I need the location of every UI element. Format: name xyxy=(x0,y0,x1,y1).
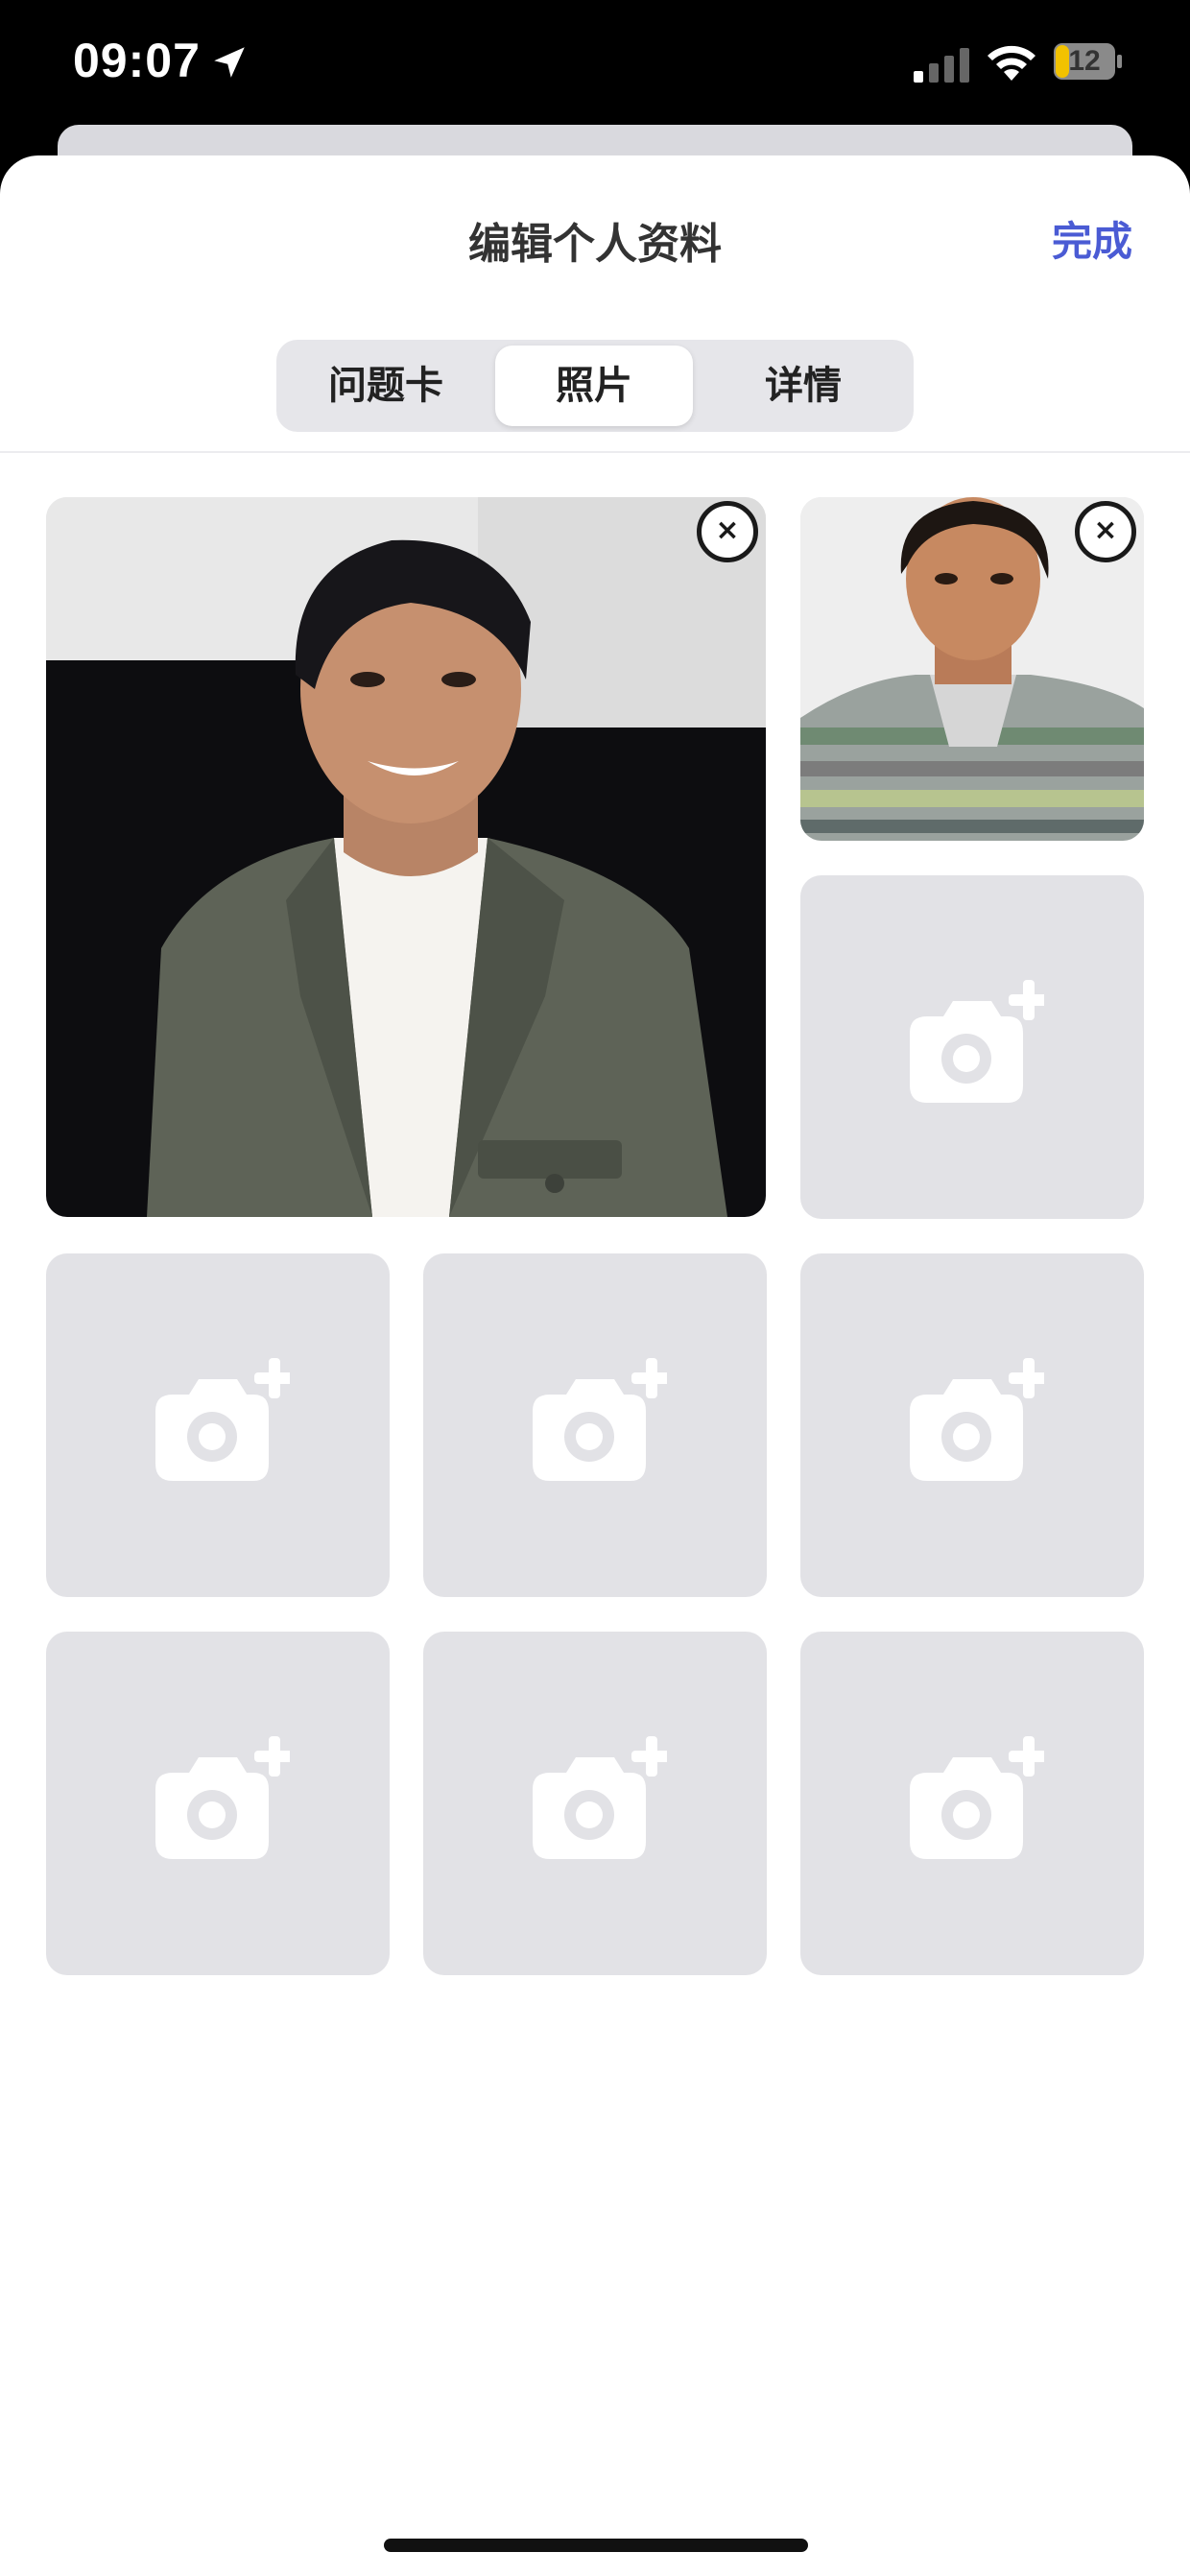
done-button[interactable]: 完成 xyxy=(1052,209,1132,268)
tab-photos[interactable]: 照片 xyxy=(495,346,693,426)
camera-plus-icon xyxy=(910,1358,1044,1481)
header-divider xyxy=(0,451,1190,453)
location-arrow-icon xyxy=(214,47,245,78)
add-photo-slot[interactable] xyxy=(46,1253,390,1597)
tab-details[interactable]: 详情 xyxy=(701,346,906,426)
tab-question-cards[interactable]: 问题卡 xyxy=(284,346,488,426)
add-photo-slot[interactable] xyxy=(800,1253,1144,1597)
add-photo-slot[interactable] xyxy=(423,1632,767,1975)
remove-photo-button-2[interactable]: × xyxy=(1075,501,1136,562)
camera-plus-icon xyxy=(155,1358,290,1481)
camera-plus-icon xyxy=(910,980,1044,1103)
add-photo-slot[interactable] xyxy=(46,1632,390,1975)
remove-photo-button-1[interactable]: × xyxy=(697,501,758,562)
battery-level: 12 xyxy=(1068,45,1101,77)
home-indicator xyxy=(384,2539,808,2552)
segmented-control: 问题卡 照片 详情 xyxy=(276,340,914,432)
camera-plus-icon xyxy=(533,1358,667,1481)
main-photo-image xyxy=(46,497,766,1217)
status-bar: 09:07 12 xyxy=(0,0,1190,125)
camera-plus-icon xyxy=(533,1736,667,1859)
add-photo-slot[interactable] xyxy=(800,875,1144,1219)
add-photo-slot[interactable] xyxy=(423,1253,767,1597)
photo-2[interactable]: × xyxy=(800,497,1144,841)
cellular-signal-icon xyxy=(914,48,969,83)
page-title: 编辑个人资料 xyxy=(468,220,722,269)
wifi-icon xyxy=(988,45,1035,81)
status-time: 09:07 xyxy=(73,34,201,87)
camera-plus-icon xyxy=(910,1736,1044,1859)
camera-plus-icon xyxy=(155,1736,290,1859)
add-photo-slot[interactable] xyxy=(800,1632,1144,1975)
main-photo[interactable]: × xyxy=(46,497,766,1217)
